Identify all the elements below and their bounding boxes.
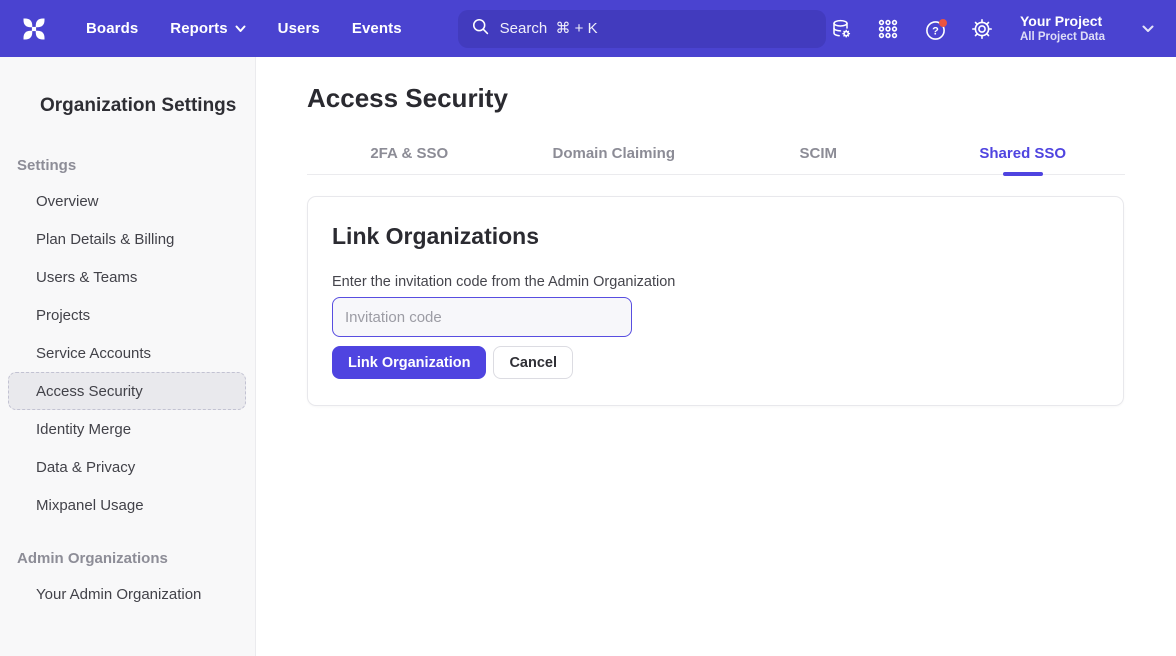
help-icon[interactable]: ? — [924, 18, 946, 40]
settings-sidebar: Organization Settings Settings Overview … — [0, 57, 256, 656]
page-title: Access Security — [307, 83, 1176, 113]
tab-domain-claiming[interactable]: Domain Claiming — [512, 145, 717, 174]
sidebar-title: Organization Settings — [40, 95, 255, 117]
nav-item-reports-label: Reports — [170, 20, 227, 37]
sidebar-item-service-accounts[interactable]: Service Accounts — [8, 334, 246, 372]
project-name: Your Project — [1020, 12, 1105, 30]
nav-item-users[interactable]: Users — [278, 20, 320, 37]
mixpanel-logo-icon[interactable] — [20, 15, 48, 43]
sidebar-section-settings: Settings — [17, 157, 255, 174]
sidebar-item-overview[interactable]: Overview — [8, 182, 246, 220]
tab-2fa-sso[interactable]: 2FA & SSO — [307, 145, 512, 174]
nav-item-reports[interactable]: Reports — [170, 20, 245, 37]
project-chevron-down-icon[interactable] — [1142, 20, 1154, 38]
svg-text:?: ? — [932, 25, 939, 37]
invitation-code-input[interactable] — [332, 297, 632, 337]
sidebar-item-identity-merge[interactable]: Identity Merge — [8, 410, 246, 448]
search-bar[interactable] — [458, 10, 826, 48]
link-organizations-card: Link Organizations Enter the invitation … — [307, 196, 1124, 406]
main-content: Access Security 2FA & SSO Domain Claimin… — [256, 57, 1176, 656]
chevron-down-icon — [235, 20, 246, 37]
sidebar-item-users-teams[interactable]: Users & Teams — [8, 258, 246, 296]
invitation-code-description: Enter the invitation code from the Admin… — [332, 274, 1099, 290]
notification-badge — [939, 19, 947, 27]
tab-shared-sso-label: Shared SSO — [979, 145, 1066, 162]
data-management-icon[interactable] — [830, 18, 852, 40]
tab-shared-sso[interactable]: Shared SSO — [921, 145, 1126, 174]
tab-bar: 2FA & SSO Domain Claiming SCIM Shared SS… — [307, 145, 1125, 175]
sidebar-item-projects[interactable]: Projects — [8, 296, 246, 334]
settings-gear-icon[interactable] — [971, 18, 993, 40]
search-icon — [471, 17, 490, 41]
nav-item-boards[interactable]: Boards — [86, 20, 138, 37]
sidebar-item-access-security[interactable]: Access Security — [8, 372, 246, 410]
search-input[interactable] — [500, 20, 813, 37]
card-title: Link Organizations — [332, 223, 1099, 250]
active-tab-indicator — [1003, 172, 1043, 176]
sidebar-item-your-admin-organization[interactable]: Your Admin Organization — [8, 575, 246, 613]
nav-item-events[interactable]: Events — [352, 20, 402, 37]
nav-right-cluster: ? Your Project All Project Data — [830, 12, 1160, 45]
sidebar-item-plan-details-billing[interactable]: Plan Details & Billing — [8, 220, 246, 258]
apps-grid-icon[interactable] — [877, 18, 899, 40]
sidebar-section-admin-organizations: Admin Organizations — [17, 550, 255, 567]
card-actions: Link Organization Cancel — [332, 346, 1099, 379]
sidebar-admin-list: Your Admin Organization — [0, 575, 255, 613]
sidebar-settings-list: Overview Plan Details & Billing Users & … — [0, 182, 255, 524]
cancel-button[interactable]: Cancel — [493, 346, 573, 379]
sidebar-item-mixpanel-usage[interactable]: Mixpanel Usage — [8, 486, 246, 524]
project-selector[interactable]: Your Project All Project Data — [1020, 12, 1105, 45]
top-nav: Boards Reports Users Events — [0, 0, 1176, 57]
tab-scim[interactable]: SCIM — [716, 145, 921, 174]
sidebar-item-data-privacy[interactable]: Data & Privacy — [8, 448, 246, 486]
primary-nav: Boards Reports Users Events — [86, 20, 402, 37]
project-subtitle: All Project Data — [1020, 30, 1105, 45]
link-organization-button[interactable]: Link Organization — [332, 346, 486, 379]
